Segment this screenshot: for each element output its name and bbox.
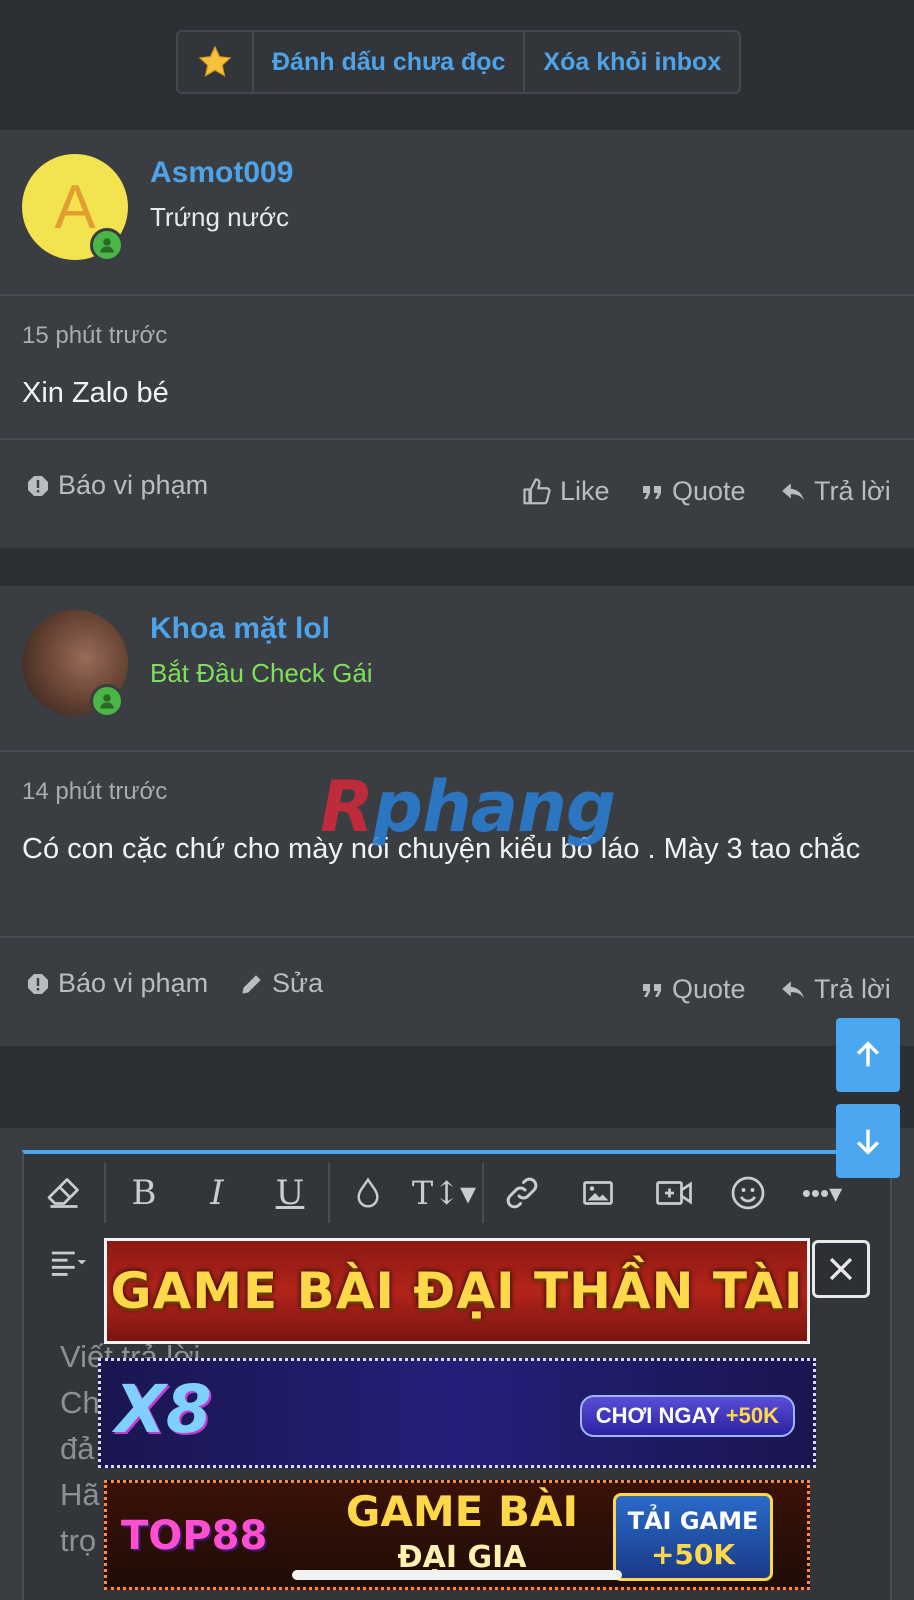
- droplet-icon: [357, 1177, 379, 1208]
- image-icon: [583, 1181, 613, 1205]
- arrow-down-icon: [856, 1129, 880, 1155]
- ad-3-headline: GAME BÀI ĐẠI GIA: [345, 1487, 579, 1576]
- reply-icon: [782, 482, 804, 501]
- alert-icon: [28, 475, 48, 496]
- reply-label: Trả lời: [814, 476, 891, 506]
- scroll-down-button[interactable]: [836, 1104, 900, 1178]
- remove-from-inbox-button[interactable]: Xóa khỏi inbox: [525, 32, 739, 92]
- reply-label: Trả lời: [814, 974, 891, 1004]
- ad-3-cta: TẢI GAME +50K: [613, 1493, 773, 1581]
- like-label: Like: [560, 476, 610, 506]
- arrow-up-icon: [856, 1041, 880, 1067]
- user-title: Bắt Đầu Check Gái: [150, 658, 373, 688]
- ad-2-logo: X8: [115, 1371, 212, 1448]
- align-button[interactable]: [24, 1228, 114, 1298]
- italic-icon: I: [210, 1173, 224, 1213]
- star-button[interactable]: [178, 32, 254, 92]
- eraser-icon: [47, 1178, 79, 1208]
- reply-button[interactable]: Trả lời: [780, 476, 891, 507]
- reply-button[interactable]: Trả lời: [780, 974, 891, 1005]
- message-actions: Báo vi phạm Sửa Quote Trả lời: [0, 938, 914, 1046]
- report-label: Báo vi phạm: [58, 968, 209, 998]
- username-link[interactable]: Khoa mặt lol: [150, 612, 330, 646]
- user-title: Trứng nước: [150, 202, 290, 232]
- message-body: 15 phút trước Xin Zalo bé: [0, 296, 914, 440]
- user-icon: [100, 694, 114, 709]
- report-label: Báo vi phạm: [58, 470, 209, 500]
- more-dots-icon: •••▾: [801, 1177, 843, 1208]
- star-icon: [198, 45, 232, 77]
- pencil-icon: [242, 974, 261, 994]
- home-indicator[interactable]: [292, 1570, 622, 1580]
- underline-button[interactable]: U: [252, 1158, 328, 1228]
- italic-button[interactable]: I: [182, 1158, 252, 1228]
- mark-unread-button[interactable]: Đánh dấu chưa đọc: [254, 32, 526, 92]
- quote-button[interactable]: Quote: [640, 476, 746, 507]
- link-icon: [506, 1177, 538, 1209]
- ad-3-logo: TOP88: [121, 1513, 268, 1559]
- conversation-actions: Đánh dấu chưa đọc Xóa khỏi inbox: [176, 30, 742, 94]
- ad-banner-2[interactable]: X8 CHƠI NGAY +50K: [98, 1358, 816, 1468]
- emoji-button[interactable]: [712, 1158, 784, 1228]
- underline-icon: U: [275, 1173, 305, 1213]
- close-ad-button[interactable]: [812, 1240, 870, 1298]
- edit-label: Sửa: [272, 968, 324, 998]
- thumbs-up-icon: [523, 477, 551, 504]
- alert-icon: [28, 973, 48, 994]
- text-color-button[interactable]: [330, 1158, 406, 1228]
- font-size-icon: T↕▾: [411, 1174, 477, 1212]
- quote-icon: [643, 983, 661, 997]
- insert-media-button[interactable]: [636, 1158, 712, 1228]
- report-button[interactable]: Báo vi phạm: [26, 470, 208, 501]
- smiley-icon: [731, 1176, 765, 1210]
- like-button[interactable]: Like: [522, 476, 610, 507]
- message-actions: Báo vi phạm Like Quote Trả lời: [0, 440, 914, 548]
- scroll-up-button[interactable]: [836, 1018, 900, 1092]
- insert-link-button[interactable]: [484, 1158, 560, 1228]
- edit-button[interactable]: Sửa: [240, 968, 323, 999]
- message-card: A Asmot009 Trứng nước 15 phút trước Xin …: [0, 130, 914, 548]
- ad-2-cta: CHƠI NGAY +50K: [579, 1395, 795, 1437]
- ad-banner-1[interactable]: GAME BÀI ĐẠI THẦN TÀI: [104, 1238, 810, 1344]
- close-icon: [829, 1257, 853, 1281]
- message-text: Xin Zalo bé: [22, 377, 169, 409]
- user-icon: [100, 238, 114, 253]
- message-header: A Asmot009 Trứng nước: [0, 130, 914, 296]
- quote-icon: [643, 485, 661, 499]
- quote-label: Quote: [672, 974, 746, 1004]
- video-icon: [656, 1181, 692, 1205]
- message-time[interactable]: 14 phút trước: [22, 778, 167, 806]
- ad-1-text: GAME BÀI ĐẠI THẦN TÀI: [110, 1262, 804, 1320]
- message-header: Khoa mặt lol Bắt Đầu Check Gái: [0, 586, 914, 752]
- font-size-button[interactable]: T↕▾: [406, 1158, 482, 1228]
- site-watermark: Rphang: [320, 766, 616, 848]
- clear-format-button[interactable]: [24, 1158, 104, 1228]
- bold-button[interactable]: B: [106, 1158, 182, 1228]
- username-link[interactable]: Asmot009: [150, 156, 293, 190]
- online-status-icon: [90, 684, 124, 718]
- align-left-icon: [51, 1251, 87, 1276]
- reply-icon: [782, 980, 804, 999]
- quote-label: Quote: [672, 476, 746, 506]
- quote-button[interactable]: Quote: [640, 974, 746, 1005]
- report-button[interactable]: Báo vi phạm: [26, 968, 208, 999]
- conversation-toolbar: Đánh dấu chưa đọc Xóa khỏi inbox: [0, 0, 914, 128]
- insert-image-button[interactable]: [560, 1158, 636, 1228]
- editor-toolbar: B I U T↕▾ •••▾: [24, 1158, 890, 1228]
- message-time[interactable]: 15 phút trước: [22, 322, 167, 350]
- bold-icon: B: [131, 1173, 157, 1213]
- online-status-icon: [90, 228, 124, 262]
